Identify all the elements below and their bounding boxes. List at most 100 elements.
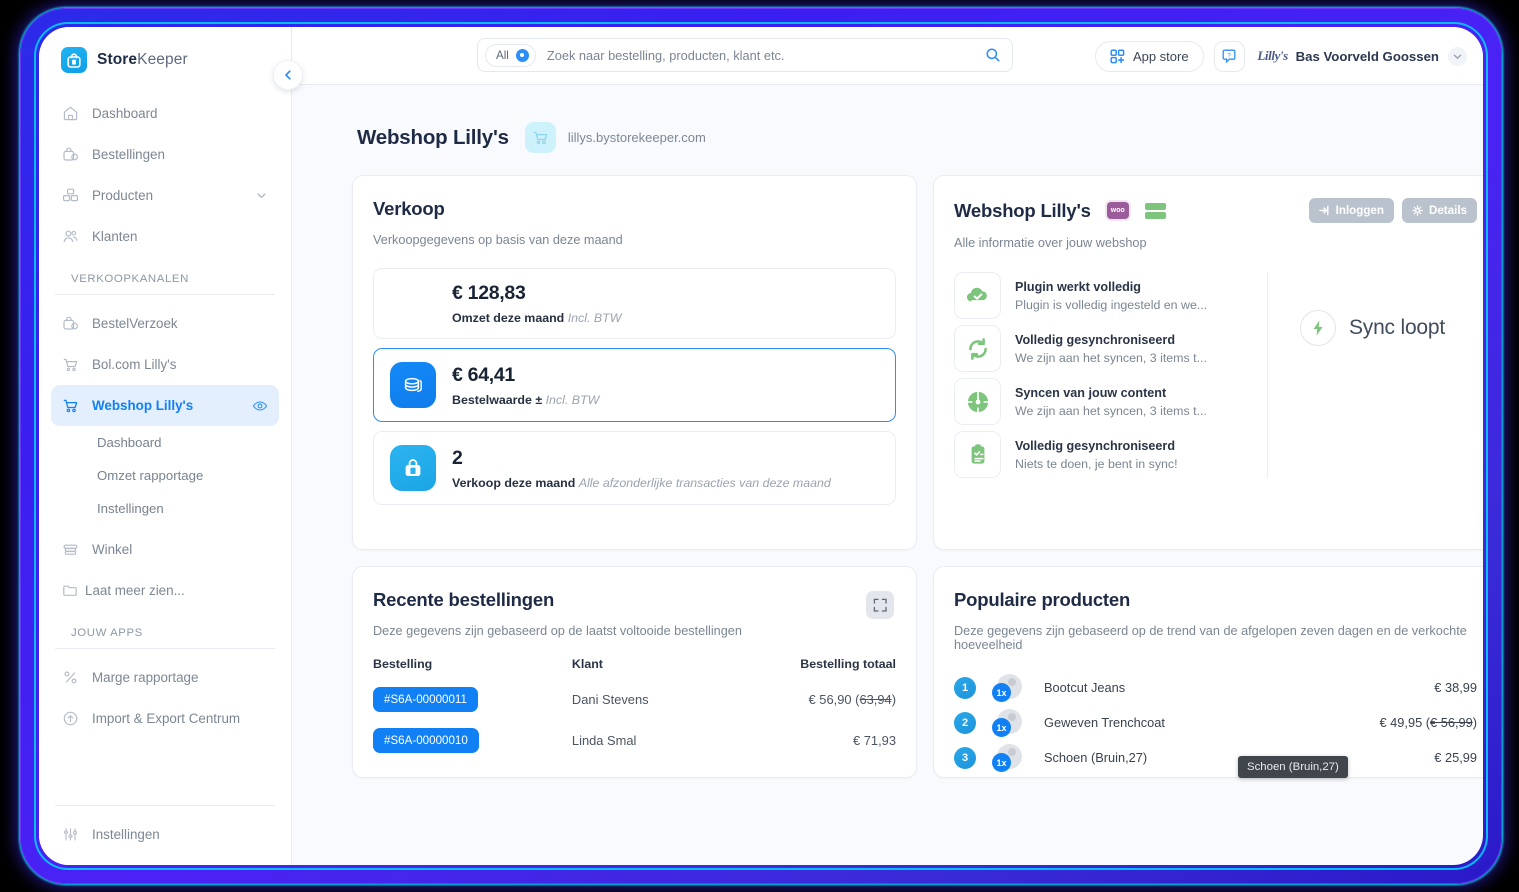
sidebar-item-winkel[interactable]: Winkel [51, 529, 279, 570]
details-button[interactable]: Details [1401, 198, 1477, 223]
product-thumbnail: 1x [992, 709, 1022, 737]
search-scope-selector[interactable]: All [485, 43, 536, 67]
webshop-card-header: Webshop Lilly's woo Inloggen Details [954, 198, 1477, 223]
sync-list-item[interactable]: Syncen van jouw content We zijn aan het … [954, 378, 1249, 425]
sync-list-item[interactable]: Volledig gesynchroniseerd Niets te doen,… [954, 431, 1249, 478]
grid-plus-icon [1110, 48, 1125, 64]
lightning-icon [1299, 310, 1336, 346]
order-number-pill[interactable]: #S6A-00000011 [373, 687, 478, 712]
sidebar-item-label: Winkel [92, 542, 133, 557]
page-title: Webshop Lilly's [357, 125, 509, 149]
sidebar-subitem-omzet-rapportage[interactable]: Omzet rapportage [39, 459, 291, 492]
sidebar-item-webshop-lillys[interactable]: Webshop Lilly's [51, 385, 279, 426]
help-button[interactable]: ? [1213, 40, 1245, 72]
stat-value: 2 [452, 446, 463, 469]
rank-badge: 1 [954, 676, 976, 699]
app-store-label: App store [1132, 48, 1189, 64]
stat-row-verkoop[interactable]: 2 Verkoop deze maand Alle afzonderlijke … [373, 431, 896, 505]
main-content: Webshop Lilly's lillys.bystorekeeper.com… [292, 85, 1483, 865]
svg-text:?: ? [1227, 52, 1231, 59]
column-header-bestelling: Bestelling [373, 657, 433, 671]
card-title: Verkoop [373, 198, 445, 219]
product-price-original: (€ 56,99) [1425, 715, 1477, 730]
app-window: StoreKeeper Dashboard Bestellingen Produ… [39, 27, 1483, 865]
sidebar-channels: BestelVerzoek Bol.com Lilly's Webshop Li… [39, 303, 291, 611]
sync-title: Syncen van jouw content [1015, 385, 1167, 400]
stat-row-omzet[interactable]: € 128,83 Omzet deze maand Incl. BTW [373, 268, 896, 339]
stat-value: € 64,41 [452, 363, 515, 386]
quantity-badge: 1x [992, 753, 1011, 772]
chevron-down-icon[interactable] [1448, 46, 1467, 66]
sync-text: Volledig gesynchroniseerd We zijn aan he… [1015, 333, 1207, 365]
list-item[interactable]: 3 1x Schoen (Bruin,27) € 25,99 [954, 744, 1477, 772]
brand-light: Keeper [137, 51, 188, 68]
stat-label-text: Bestelwaarde ± [452, 392, 543, 407]
recent-orders-card: Recente bestellingen Deze gegevens zijn … [352, 566, 917, 778]
webshop-url-chip[interactable]: lillys.bystorekeeper.com [524, 122, 706, 153]
sidebar-item-label: Bol.com Lilly's [92, 357, 177, 372]
sidebar-subitem-instellingen[interactable]: Instellingen [39, 492, 291, 525]
customer-name: Dani Stevens [571, 692, 649, 707]
eye-icon[interactable] [252, 398, 268, 414]
sync-arrows-icon [954, 325, 1001, 372]
device-frame: StoreKeeper Dashboard Bestellingen Produ… [20, 8, 1502, 884]
inloggen-button[interactable]: Inloggen [1308, 198, 1394, 223]
clear-circle-icon[interactable] [515, 48, 529, 62]
verkoop-card: Verkoop Verkoopgegevens op basis van dez… [352, 175, 917, 550]
stat-label-text: Omzet deze maand [452, 311, 565, 325]
sidebar-collapse-button[interactable] [273, 60, 303, 90]
list-item[interactable]: 1 1x Bootcut Jeans € 38,99 [954, 674, 1477, 702]
sidebar-item-label: Klanten [92, 229, 138, 244]
card-subtitle: Deze gegevens zijn gebaseerd op de laats… [373, 624, 742, 638]
card-title: Webshop Lilly's [954, 199, 1091, 221]
storekeeper-logo-icon [61, 47, 87, 73]
login-arrow-icon [1318, 205, 1330, 216]
brand[interactable]: StoreKeeper [39, 27, 291, 73]
sidebar-item-label: Dashboard [92, 106, 158, 121]
stat-row-bestelwaarde[interactable]: € 64,41 Bestelwaarde ± Incl. BTW [373, 348, 896, 422]
sidebar-item-laat-meer-zien[interactable]: Laat meer zien... [51, 570, 279, 611]
product-price: € 38,99 [1434, 680, 1477, 695]
search-bar[interactable]: All [477, 38, 1013, 72]
coins-icon [390, 362, 436, 408]
search-input[interactable] [546, 47, 985, 63]
settings-sliders-icon [62, 826, 79, 843]
sync-list-item[interactable]: Plugin werkt volledig Plugin is volledig… [954, 272, 1249, 319]
cart-icon [62, 356, 79, 373]
list-item[interactable]: 2 1x Geweven Trenchcoat € 49,95 (€ 56,99… [954, 709, 1478, 737]
quantity-badge: 1x [992, 718, 1011, 737]
order-total: € 56,90 (63,94) [716, 679, 896, 720]
sidebar-item-klanten[interactable]: Klanten [51, 216, 279, 257]
webshop-card-body: Plugin werkt volledig Plugin is volledig… [954, 272, 1477, 478]
app-store-button[interactable]: App store [1094, 40, 1204, 72]
webshop-card: Webshop Lilly's woo Inloggen Details All… [933, 175, 1483, 550]
sidebar-item-instellingen[interactable]: Instellingen [51, 814, 279, 855]
column-header-klant: Klant [571, 657, 603, 671]
sidebar-subitem-dashboard[interactable]: Dashboard [39, 426, 291, 459]
sidebar-item-dashboard[interactable]: Dashboard [51, 93, 279, 134]
table-header-row: Bestelling Klant Bestelling totaal [373, 657, 896, 679]
stat-label-note: Incl. BTW [567, 311, 622, 325]
webshop-actions: Inloggen Details [1308, 198, 1477, 223]
chevron-down-icon[interactable] [255, 189, 268, 202]
stat-text: € 128,83 Omzet deze maand Incl. BTW [452, 282, 621, 325]
sidebar-item-marge-rapportage[interactable]: Marge rapportage [51, 657, 279, 698]
product-price: € 49,95 (€ 56,99) [1380, 715, 1478, 730]
card-title: Populaire producten [954, 589, 1131, 610]
sync-text: Volledig gesynchroniseerd Niets te doen,… [1015, 439, 1178, 471]
sidebar-item-bestelverzoek[interactable]: BestelVerzoek [51, 303, 279, 344]
sidebar-item-import-export-centrum[interactable]: Import & Export Centrum [51, 698, 279, 739]
sync-text: Plugin werkt volledig Plugin is volledig… [1015, 280, 1207, 312]
user-menu[interactable]: Lilly's Bas Voorveld Goossen [1255, 46, 1467, 66]
sidebar-item-bestellingen[interactable]: Bestellingen [51, 134, 279, 175]
sync-list-item[interactable]: Volledig gesynchroniseerd We zijn aan he… [954, 325, 1249, 372]
order-number-pill[interactable]: #S6A-00000010 [373, 728, 479, 753]
expand-icon[interactable] [866, 591, 894, 619]
sidebar-item-bolcom-lillys[interactable]: Bol.com Lilly's [51, 344, 279, 385]
search-icon[interactable] [985, 47, 1001, 63]
rank-badge: 2 [954, 711, 976, 734]
sidebar-footer: Instellingen [39, 805, 291, 865]
sidebar-item-producten[interactable]: Producten [51, 175, 279, 216]
stat-label: Verkoop deze maand Alle afzonderlijke tr… [452, 476, 831, 490]
brand-text: StoreKeeper [97, 51, 188, 69]
